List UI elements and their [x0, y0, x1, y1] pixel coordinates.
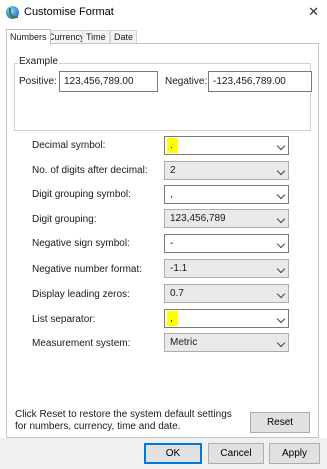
chevron-down-icon[interactable]	[276, 314, 286, 324]
chevron-down-icon[interactable]	[276, 166, 286, 176]
chevron-down-icon[interactable]	[276, 239, 286, 249]
decimal-symbol-value: .	[170, 140, 173, 151]
negative-number-format-label: Negative number format:	[32, 264, 143, 275]
display-leading-zeros-combo[interactable]: 0.7	[164, 284, 289, 303]
positive-label: Positive:	[19, 76, 57, 87]
measurement-system-label: Measurement system:	[32, 338, 131, 349]
chevron-down-icon[interactable]	[276, 338, 286, 348]
decimal-symbol-combo[interactable]: .	[164, 136, 289, 155]
list-separator-combo[interactable]: ,	[164, 309, 289, 328]
negative-sign-symbol-label: Negative sign symbol:	[32, 238, 130, 249]
chevron-down-icon[interactable]	[276, 264, 286, 274]
digit-grouping-symbol-combo[interactable]: ,	[164, 185, 289, 204]
negative-label: Negative:	[165, 76, 208, 87]
chevron-down-icon[interactable]	[276, 190, 286, 200]
negative-number-format-value: -1.1	[170, 263, 188, 274]
digits-after-decimal-combo[interactable]: 2	[164, 161, 289, 180]
digit-grouping-value: 123,456,789	[170, 213, 226, 224]
chevron-down-icon[interactable]	[276, 141, 286, 151]
chevron-down-icon[interactable]	[276, 289, 286, 299]
close-icon[interactable]: ✕	[308, 4, 319, 20]
negative-sign-symbol-combo[interactable]: -	[164, 234, 289, 253]
list-separator-label: List separator:	[32, 314, 96, 325]
negative-example-field: -123,456,789.00	[208, 71, 312, 92]
tab-numbers[interactable]: Numbers	[6, 29, 51, 45]
digit-grouping-label: Digit grouping:	[32, 214, 97, 225]
ok-button[interactable]: OK	[144, 443, 202, 464]
title-bar: Customise Format ✕	[0, 0, 327, 26]
measurement-system-value: Metric	[170, 337, 198, 348]
positive-example-value: 123,456,789.00	[64, 76, 134, 87]
negative-sign-symbol-value: -	[170, 238, 174, 249]
tab-time[interactable]: Time	[82, 30, 110, 44]
tab-date[interactable]: Date	[110, 30, 138, 44]
negative-example-value: -123,456,789.00	[213, 76, 286, 87]
digit-grouping-symbol-value: ,	[170, 189, 173, 200]
digit-grouping-symbol-label: Digit grouping symbol:	[32, 189, 131, 200]
measurement-system-combo[interactable]: Metric	[164, 333, 289, 352]
globe-clock-icon	[6, 6, 19, 19]
reset-button[interactable]: Reset	[250, 412, 310, 433]
digits-after-decimal-label: No. of digits after decimal:	[32, 165, 148, 176]
example-group-label: Example	[18, 56, 59, 67]
digit-grouping-combo[interactable]: 123,456,789	[164, 209, 289, 228]
cancel-button[interactable]: Cancel	[208, 443, 264, 464]
window-title: Customise Format	[24, 6, 114, 18]
display-leading-zeros-label: Display leading zeros:	[32, 289, 130, 300]
negative-number-format-combo[interactable]: -1.1	[164, 259, 289, 278]
list-separator-value: ,	[170, 313, 173, 324]
chevron-down-icon[interactable]	[276, 214, 286, 224]
positive-example-field: 123,456,789.00	[59, 71, 158, 92]
digits-after-decimal-value: 2	[170, 165, 176, 176]
display-leading-zeros-value: 0.7	[170, 288, 184, 299]
decimal-symbol-label: Decimal symbol:	[32, 140, 106, 151]
apply-button[interactable]: Apply	[269, 443, 320, 464]
reset-help-text: Click Reset to restore the system defaul…	[15, 409, 232, 432]
